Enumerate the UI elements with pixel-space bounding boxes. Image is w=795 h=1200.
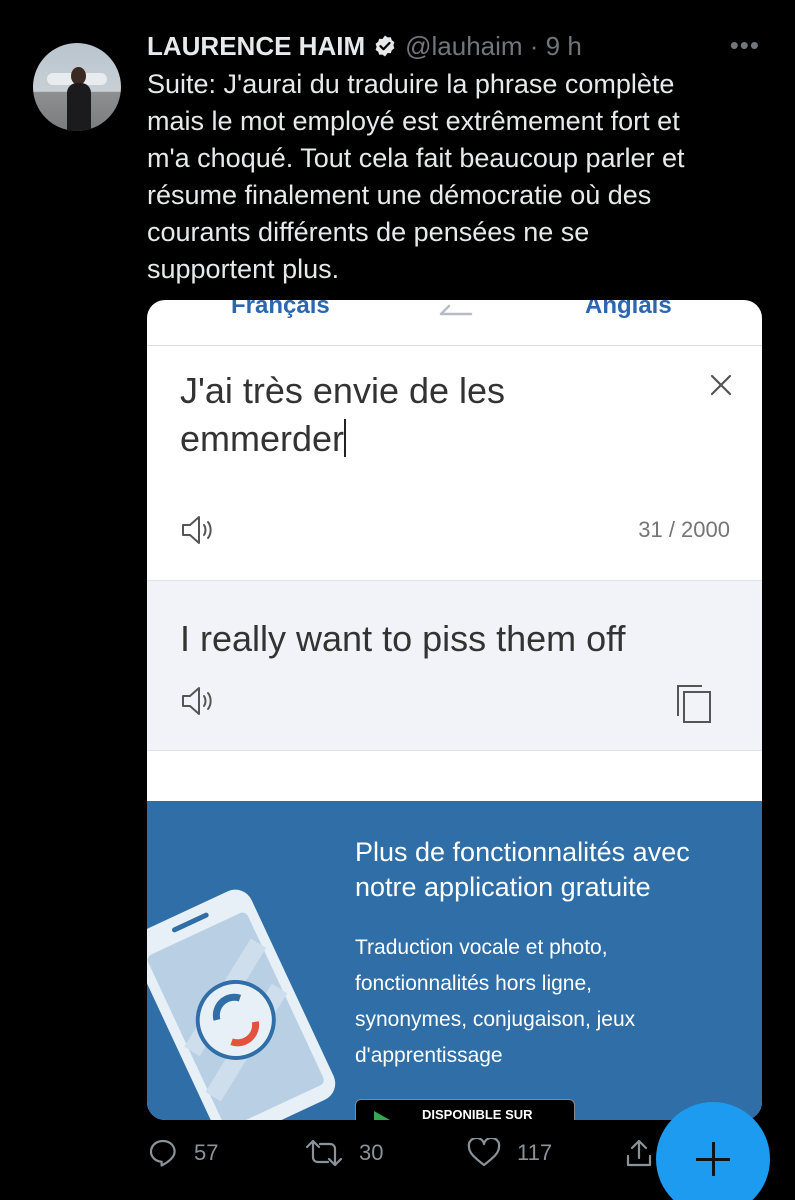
source-language: Français	[231, 300, 330, 319]
retweet-icon	[305, 1139, 343, 1167]
speaker-icon	[182, 687, 212, 715]
author-name[interactable]: LAURENCE HAIM	[147, 31, 365, 62]
store-badge: DISPONIBLE SUR	[355, 1099, 575, 1120]
more-options-icon[interactable]: •••	[730, 30, 760, 61]
author-avatar[interactable]	[33, 43, 121, 131]
copy-icon	[677, 685, 711, 723]
text-caret	[344, 419, 347, 457]
like-button[interactable]: 117	[467, 1130, 552, 1176]
reply-button[interactable]: 57	[148, 1130, 218, 1176]
play-store-icon	[374, 1111, 390, 1120]
plus-icon-vertical	[712, 1142, 715, 1176]
tweet-header: LAURENCE HAIM @lauhaim · 9 h	[147, 30, 582, 62]
store-badge-label: DISPONIBLE SUR	[422, 1107, 533, 1120]
author-handle-time[interactable]: @lauhaim · 9 h	[405, 31, 582, 62]
app-promo-banner: Plus de fonctionnalités avec notre appli…	[147, 801, 762, 1120]
tweet-text: Suite: J'aurai du traduire la phrase com…	[147, 69, 685, 284]
promo-title: Plus de fonctionnalités avec notre appli…	[355, 837, 690, 902]
phone-app-illustration	[147, 889, 336, 1120]
attached-image[interactable]: Français Anglais J'ai très envie de les …	[147, 300, 762, 1120]
target-language: Anglais	[585, 300, 672, 319]
avatar-person	[67, 83, 91, 131]
close-icon	[710, 374, 732, 396]
retweet-button[interactable]: 30	[305, 1130, 383, 1176]
source-text: J'ai très envie de les emmerder	[180, 370, 506, 459]
share-icon	[626, 1139, 652, 1167]
source-panel: J'ai très envie de les emmerder 31 / 200…	[147, 347, 762, 579]
heart-icon	[467, 1138, 501, 1167]
translation-panel: I really want to piss them off	[147, 580, 762, 751]
translated-text: I really want to piss them off	[180, 618, 626, 659]
reply-count: 57	[194, 1140, 219, 1165]
promo-description: Traduction vocale et photo, fonctionnali…	[355, 936, 636, 1067]
swap-languages-icon	[439, 304, 473, 316]
retweet-count: 30	[359, 1140, 384, 1165]
language-bar: Français Anglais	[147, 300, 762, 346]
reply-icon	[149, 1139, 176, 1167]
verified-badge-icon	[375, 35, 395, 57]
character-count: 31 / 2000	[638, 517, 730, 542]
speaker-icon	[182, 516, 212, 544]
like-count: 117	[517, 1140, 553, 1165]
